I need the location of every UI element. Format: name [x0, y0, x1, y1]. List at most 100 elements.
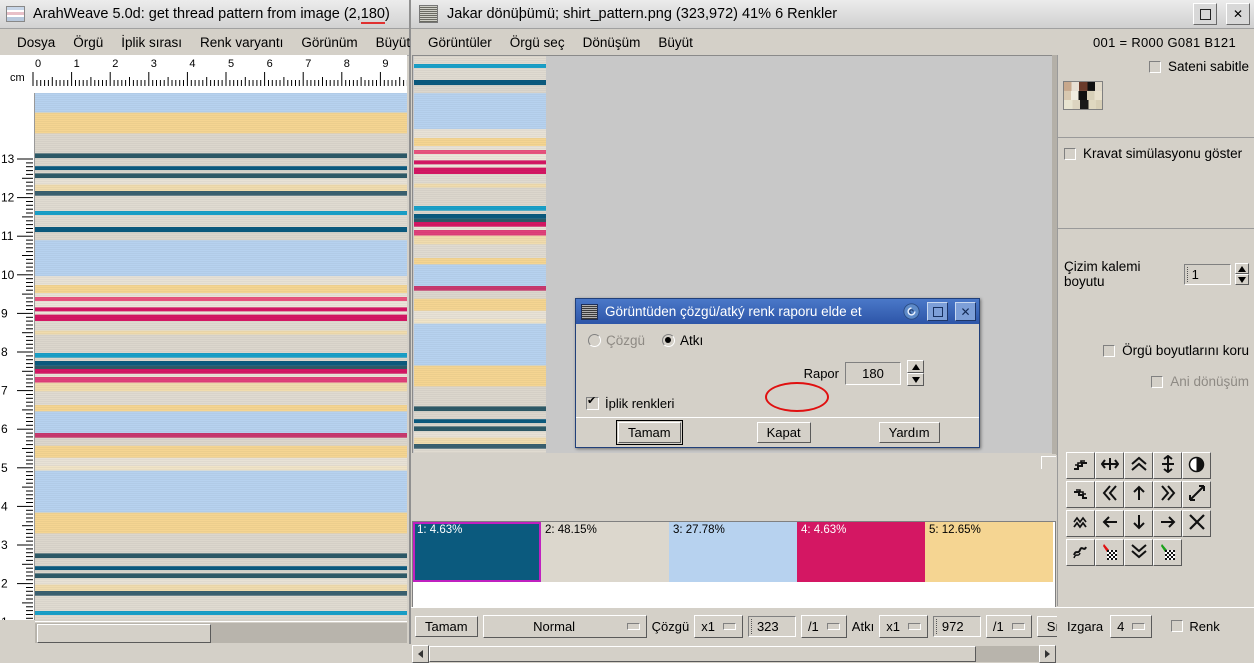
- weft-multiplier-dropdown[interactable]: x1: [879, 614, 928, 638]
- warp-divider-value: /1: [807, 618, 819, 634]
- color-toggle-row[interactable]: Renk: [1171, 619, 1220, 634]
- warp-count-input[interactable]: 323: [747, 615, 796, 637]
- menu-item-buyut-right[interactable]: Büyüt: [649, 33, 702, 52]
- wave-icon-button[interactable]: [1066, 539, 1095, 566]
- menu-item-gorunum[interactable]: Görünüm: [292, 33, 366, 52]
- diagonal-arrows-icon-button[interactable]: [1182, 481, 1211, 508]
- report-input[interactable]: 180: [845, 361, 901, 385]
- weft-radio-row[interactable]: Atkı: [662, 333, 703, 348]
- svg-text:7: 7: [305, 58, 311, 70]
- palette-swatch[interactable]: 1: 4.63%: [413, 522, 541, 582]
- pattern-preview-strip: [414, 56, 546, 453]
- double-arrow-right-icon-button[interactable]: [1153, 481, 1182, 508]
- pen-size-input[interactable]: 1: [1183, 263, 1231, 285]
- move-horizontal-icon-button[interactable]: [1095, 452, 1124, 479]
- satin-fix-label: Sateni sabitle: [1167, 59, 1249, 74]
- move-vertical-icon-button[interactable]: [1153, 452, 1182, 479]
- satin-fix-checkbox[interactable]: [1148, 60, 1161, 73]
- palette-swatch[interactable]: 4: 4.63%: [797, 522, 925, 582]
- dialog-maximize-button[interactable]: [927, 302, 948, 321]
- maximize-button[interactable]: [1193, 3, 1217, 25]
- dialog-help-button[interactable]: Yardım: [878, 421, 940, 443]
- menu-item-dosya[interactable]: Dosya: [8, 33, 64, 52]
- fabric-pattern-canvas[interactable]: [35, 93, 407, 620]
- color-checkbox[interactable]: [1171, 620, 1184, 632]
- svg-text:8: 8: [1, 345, 8, 359]
- palette-swatch[interactable]: 3: 27.78%: [669, 522, 797, 582]
- report-spinner[interactable]: [907, 360, 924, 386]
- left-window: ArahWeave 5.0d: get thread pattern from …: [0, 0, 411, 644]
- spinner-up-button[interactable]: [1234, 263, 1249, 274]
- resize-grip[interactable]: [1041, 456, 1056, 469]
- menu-item-goruntuler[interactable]: Görüntüler: [419, 33, 501, 52]
- arrow-down-icon-button[interactable]: [1124, 510, 1153, 537]
- spinner-down-button[interactable]: [1234, 274, 1249, 285]
- menu-item-iplik-sirasi[interactable]: İplik sırası: [112, 33, 191, 52]
- menu-item-renk-varyanti[interactable]: Renk varyantı: [191, 33, 292, 52]
- right-window-menubar: Görüntüler Örgü seç Dönüşüm Büyüt 001 = …: [411, 29, 1254, 56]
- double-arrow-up-icon-button[interactable]: [1124, 452, 1153, 479]
- dialog-close-button[interactable]: ✕: [955, 302, 976, 321]
- keep-weave-checkbox[interactable]: [1103, 344, 1116, 357]
- warp-radio[interactable]: [588, 334, 601, 347]
- palette-horizontal-scrollbar[interactable]: [412, 645, 1056, 663]
- close-x-icon-button[interactable]: [1182, 510, 1211, 537]
- warp-multiplier-dropdown[interactable]: x1: [694, 614, 743, 638]
- dialog-close-btn[interactable]: Kapat: [756, 421, 811, 443]
- weft-divider-value: /1: [992, 618, 1004, 634]
- dialog-ok-button[interactable]: Tamam: [616, 419, 683, 445]
- caret-up-icon: [1237, 265, 1246, 272]
- pen-size-spinner[interactable]: [1234, 263, 1249, 285]
- palette-swatch[interactable]: 2: 48.15%: [541, 522, 669, 582]
- menu-item-orgu[interactable]: Örgü: [64, 33, 112, 52]
- thread-colors-checkbox[interactable]: [586, 394, 599, 410]
- tie-sim-checkbox[interactable]: [1064, 147, 1076, 160]
- palette-swatch[interactable]: 5: 12.65%: [925, 522, 1053, 582]
- warp-radio-row[interactable]: Çözgü: [588, 333, 645, 348]
- green-pick-icon-button[interactable]: [1153, 539, 1182, 566]
- weft-radio[interactable]: [662, 334, 676, 347]
- double-arrow-down-icon-button[interactable]: [1124, 539, 1153, 566]
- svg-text:7: 7: [1, 384, 8, 398]
- menu-item-orgu-sec[interactable]: Örgü seç: [501, 33, 574, 52]
- contrast-icon: [1188, 456, 1205, 476]
- pen-size-label: Çizim kalemi boyutu: [1064, 259, 1141, 289]
- stairs-right-icon: [1072, 456, 1089, 476]
- warp-divider-dropdown[interactable]: /1: [800, 614, 847, 638]
- zigzag-icon-button[interactable]: [1066, 510, 1095, 537]
- contrast-icon-button[interactable]: [1182, 452, 1211, 479]
- instant-convert-checkbox: [1151, 375, 1164, 388]
- red-pick-icon-button[interactable]: [1095, 539, 1124, 566]
- dialog-body: Çözgü Atkı Rapor 180 İplik renkleri: [576, 324, 979, 417]
- satin-fix-row[interactable]: Sateni sabitle: [1058, 55, 1254, 78]
- arrow-up-icon-button[interactable]: [1124, 481, 1153, 508]
- arrow-left-icon-button[interactable]: [1095, 510, 1124, 537]
- ok-button[interactable]: Tamam: [415, 615, 478, 637]
- tie-sim-row[interactable]: Kravat simülasyonu göster: [1058, 138, 1254, 165]
- spiral-icon: [903, 303, 920, 320]
- svg-text:11: 11: [1, 229, 14, 243]
- report-dialog: Görüntüden çözgü/atký renk raporu elde e…: [575, 298, 980, 448]
- weave-thumbnail[interactable]: [1063, 81, 1103, 110]
- report-spinner-down[interactable]: [907, 373, 924, 386]
- weft-divider-dropdown[interactable]: /1: [985, 614, 1032, 638]
- zigzag-icon: [1072, 514, 1089, 534]
- stairs-right-icon-button[interactable]: [1066, 452, 1095, 479]
- scroll-right-arrow[interactable]: [1039, 645, 1056, 663]
- stairs-left-icon-button[interactable]: [1066, 481, 1095, 508]
- palette-scroll-thumb[interactable]: [429, 646, 976, 662]
- arrow-right-icon-button[interactable]: [1153, 510, 1182, 537]
- double-arrow-left-icon-button[interactable]: [1095, 481, 1124, 508]
- left-horizontal-scrollbar[interactable]: [35, 621, 407, 644]
- keep-weave-row[interactable]: Örgü boyutlarını koru: [1058, 329, 1254, 362]
- weft-count-input[interactable]: 972: [932, 615, 981, 637]
- maximize-icon: [1199, 8, 1211, 20]
- scroll-thumb[interactable]: [37, 624, 211, 643]
- menu-item-donusum[interactable]: Dönüşüm: [574, 33, 650, 52]
- close-button[interactable]: ✕: [1226, 3, 1250, 25]
- grid-size-dropdown[interactable]: 4: [1110, 614, 1153, 638]
- render-mode-dropdown[interactable]: Normal: [482, 614, 647, 638]
- scroll-left-arrow[interactable]: [412, 645, 429, 663]
- report-spinner-up[interactable]: [907, 360, 924, 373]
- instant-convert-row: Ani dönüşüm: [1058, 362, 1254, 393]
